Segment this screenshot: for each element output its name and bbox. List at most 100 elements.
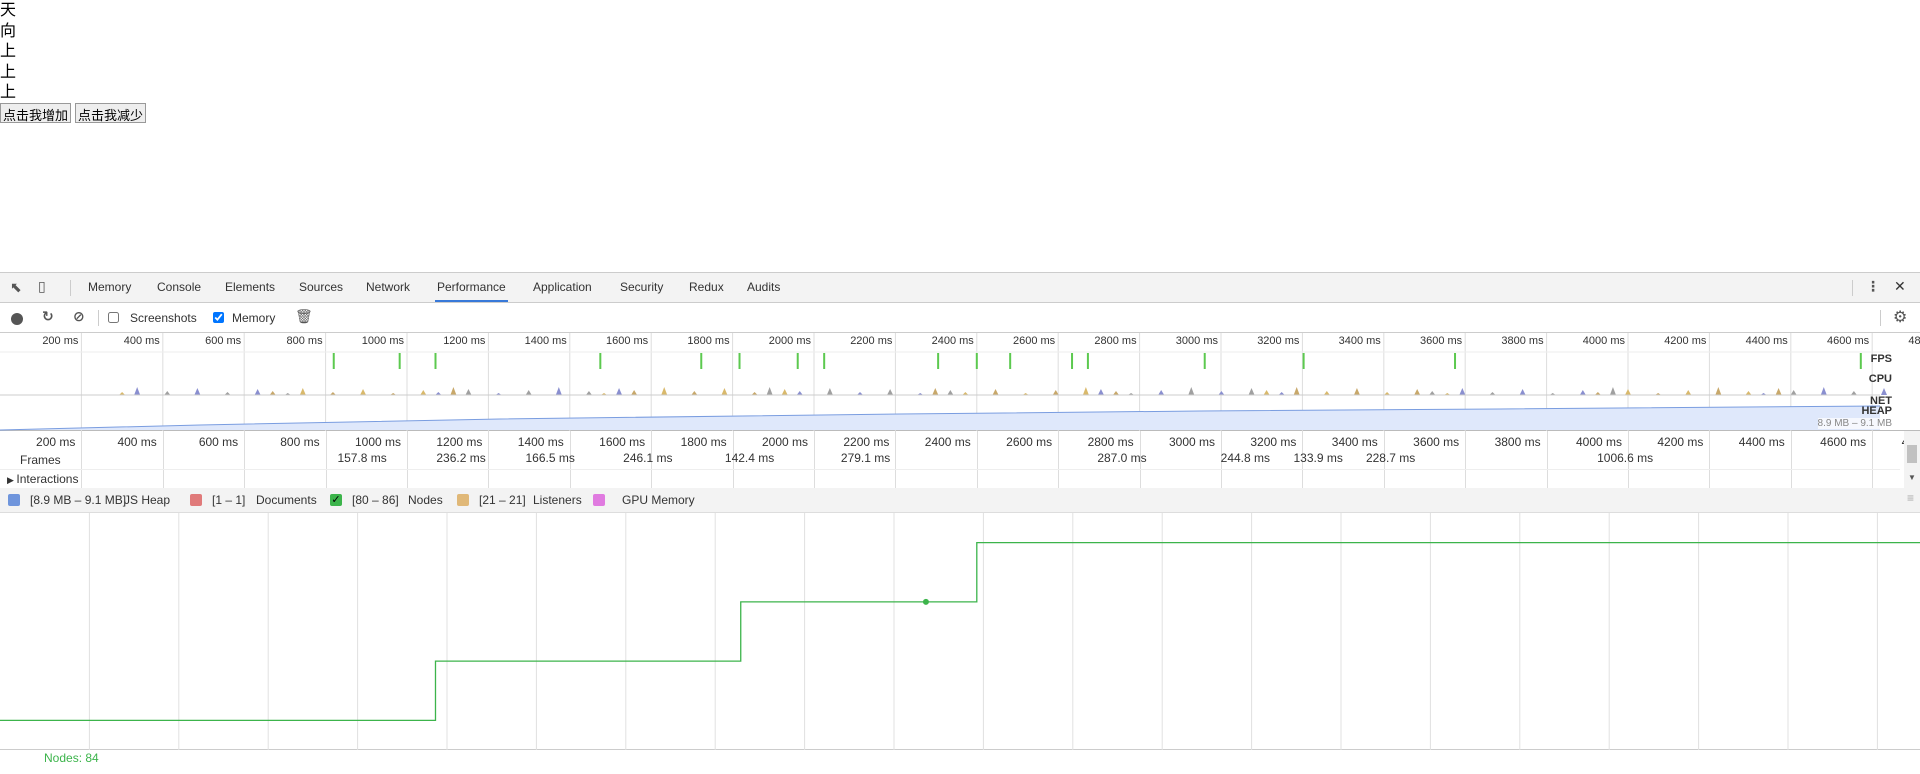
cpu-activity-mark <box>631 390 638 395</box>
tab-memory[interactable]: Memory <box>86 273 133 302</box>
nodes-checkbox[interactable]: ✓ <box>330 494 342 506</box>
memory-checkbox[interactable] <box>213 312 224 323</box>
timeline-gridline <box>1790 431 1792 488</box>
frame-duration[interactable]: 287.0 ms <box>1097 451 1146 465</box>
timeline-tick-label: 600 ms <box>198 435 239 449</box>
drag-handle-icon[interactable]: ≡ <box>1907 491 1914 505</box>
tab-security[interactable]: Security <box>618 273 665 302</box>
tab-elements[interactable]: Elements <box>223 273 277 302</box>
cpu-activity-mark <box>1519 389 1526 395</box>
tab-audits[interactable]: Audits <box>745 273 782 302</box>
record-icon[interactable] <box>11 313 23 325</box>
tab-network[interactable]: Network <box>364 273 412 302</box>
frame-duration[interactable]: 228.7 ms <box>1366 451 1415 465</box>
overview-tick-label: 1800 ms <box>687 335 730 347</box>
tab-console[interactable]: Console <box>155 273 203 302</box>
text-line: 向 <box>0 20 17 40</box>
memory-counter-chart[interactable] <box>0 513 1920 750</box>
overview-tick-label: 800 ms <box>286 335 323 347</box>
settings-gear-icon[interactable]: ⚙ <box>1893 307 1907 327</box>
cpu-activity-mark <box>1323 391 1330 395</box>
timeline-tick-label: 1800 ms <box>680 435 727 449</box>
more-options-icon[interactable]: ⋮ <box>1866 278 1880 295</box>
cpu-activity-mark <box>1414 389 1421 395</box>
timeline-tick-label: 4600 ms <box>1820 435 1867 449</box>
legend-name: JS Heap <box>124 493 171 507</box>
cpu-activity-mark <box>164 391 171 395</box>
page-content: 天向上上上 点击我增加 点击我减少 <box>0 0 147 124</box>
interactions-track[interactable]: ▶ Interactions <box>7 472 78 486</box>
trash-icon[interactable]: 🗑 <box>295 308 313 325</box>
cpu-activity-mark <box>1881 388 1888 395</box>
tab-performance[interactable]: Performance <box>435 273 508 302</box>
cpu-activity-mark <box>1850 391 1857 395</box>
fps-track-label: FPS <box>1870 353 1892 365</box>
frame-duration[interactable]: 236.2 ms <box>436 451 485 465</box>
reload-icon[interactable]: ↻ <box>42 308 54 325</box>
timeline-gridline <box>895 431 897 488</box>
frame-duration[interactable]: 279.1 ms <box>841 451 890 465</box>
cpu-activity-mark <box>1579 390 1586 395</box>
cpu-activity-mark <box>1082 387 1089 395</box>
tab-application[interactable]: Application <box>531 273 594 302</box>
overview-tick-label: 4800 ms <box>1908 335 1920 347</box>
timeline-tick-label: 3000 ms <box>1168 435 1215 449</box>
screenshots-label: Screenshots <box>130 311 197 325</box>
cpu-activity-mark <box>555 387 562 395</box>
scroll-down-icon[interactable]: ▼ <box>1908 473 1916 482</box>
timeline-gridline <box>488 431 490 488</box>
performance-toolbar: ↻ ⊘ Screenshots Memory 🗑 ⚙ <box>0 303 1920 333</box>
overview-tick-label: 3800 ms <box>1501 335 1544 347</box>
cpu-activity-mark <box>691 391 698 395</box>
timeline-tick-label: 4400 ms <box>1738 435 1785 449</box>
frame-duration[interactable]: 244.8 ms <box>1221 451 1270 465</box>
cpu-activity-mark <box>1097 389 1104 395</box>
overview-tick-label: 2400 ms <box>931 335 974 347</box>
cpu-activity-mark <box>1820 387 1827 395</box>
decrease-button[interactable]: 点击我减少 <box>75 102 147 124</box>
cpu-track-label: CPU <box>1868 373 1892 385</box>
clear-icon[interactable]: ⊘ <box>73 308 85 325</box>
overview-tick-label: 2600 ms <box>1012 335 1056 347</box>
timeline-tick-label: 3800 ms <box>1494 435 1541 449</box>
timeline-tick-label: 4000 ms <box>1575 435 1622 449</box>
increase-button[interactable]: 点击我增加 <box>0 102 72 124</box>
cpu-activity-mark <box>1625 389 1631 395</box>
gpu-memory-checkbox[interactable] <box>593 494 605 506</box>
overview-tick-label: 1400 ms <box>524 335 567 347</box>
scrollbar[interactable]: ▼ <box>1904 431 1920 488</box>
timeline-gridline <box>325 431 327 488</box>
frame-duration[interactable]: 166.5 ms <box>525 451 574 465</box>
timeline-tick-label: 1000 ms <box>354 435 401 449</box>
screenshots-checkbox[interactable] <box>108 312 119 323</box>
tab-sources[interactable]: Sources <box>297 273 345 302</box>
overview-tick-label: 4400 ms <box>1745 335 1788 347</box>
close-icon[interactable]: ✕ <box>1894 278 1906 295</box>
cpu-activity-mark <box>1353 388 1360 395</box>
cpu-activity-mark <box>465 389 472 395</box>
frame-duration[interactable]: 1006.6 ms <box>1597 451 1653 465</box>
inspect-element-icon[interactable]: ⬉ <box>10 279 22 296</box>
timeline-tick-label: 1400 ms <box>517 435 564 449</box>
nodes-readout: Nodes: 84 <box>44 751 99 765</box>
timeline-tick-label: 2000 ms <box>761 435 808 449</box>
frame-duration[interactable]: 133.9 ms <box>1293 451 1342 465</box>
js-heap-checkbox[interactable] <box>8 494 20 506</box>
frame-duration[interactable]: 246.1 ms <box>623 451 672 465</box>
overview-tick-label: 200 ms <box>42 335 79 347</box>
tab-redux[interactable]: Redux <box>687 273 726 302</box>
device-toolbar-icon[interactable]: ▯ <box>38 278 46 295</box>
overview-tick-label: 400 ms <box>123 335 160 347</box>
cpu-activity-mark <box>826 388 833 395</box>
overview-tick-label: 3400 ms <box>1338 335 1381 347</box>
listeners-checkbox[interactable] <box>457 494 469 506</box>
timeline-tick-label: 200 ms <box>36 435 76 449</box>
cpu-activity-mark <box>450 387 457 395</box>
documents-checkbox[interactable] <box>190 494 202 506</box>
frame-duration[interactable]: 157.8 ms <box>337 451 386 465</box>
timeline-overview[interactable]: 200 ms 400 ms 600 ms 800 ms 1000 ms 1200 ms 14… <box>0 333 1920 431</box>
cpu-activity-mark <box>254 389 261 395</box>
frame-duration[interactable]: 142.4 ms <box>725 451 774 465</box>
timeline-tick-label: 400 ms <box>117 435 157 449</box>
cpu-activity-mark <box>1459 388 1466 395</box>
